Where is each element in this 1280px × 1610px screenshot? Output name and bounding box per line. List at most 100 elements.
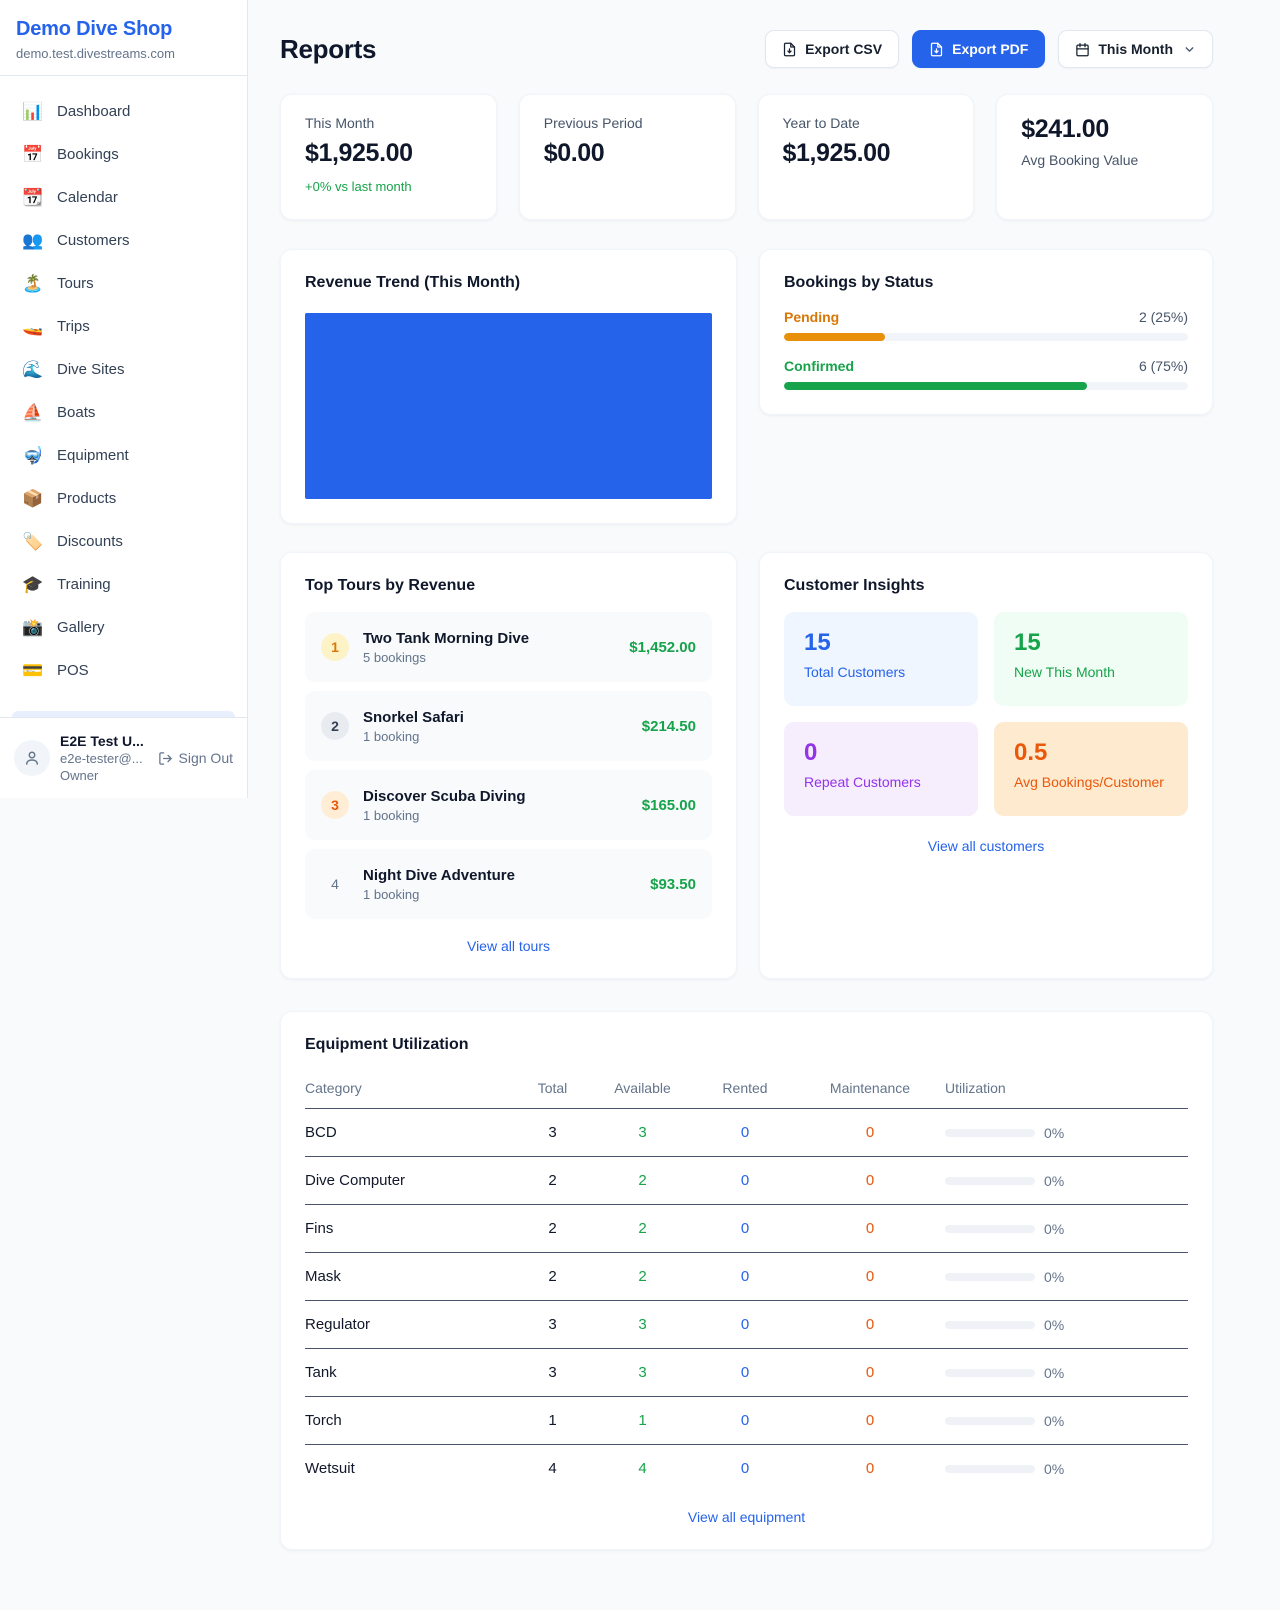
sidebar-item-pos[interactable]: 💳 POS (12, 649, 235, 692)
view-all-customers-link[interactable]: View all customers (784, 838, 1188, 854)
tour-bookings: 1 booking (363, 887, 515, 902)
sidebar-item-calendar[interactable]: 📆 Calendar (12, 176, 235, 219)
shop-name: Demo Dive Shop (16, 18, 231, 41)
discounts-icon: 🏷️ (22, 533, 44, 550)
equipment-utilization-title: Equipment Utilization (305, 1036, 1188, 1054)
stat-value: $0.00 (544, 139, 711, 168)
shop-logo-block: Demo Dive Shop demo.test.divestreams.com (0, 0, 247, 76)
sidebar-item-training[interactable]: 🎓 Training (12, 563, 235, 606)
stat-card-year-to-date: Year to Date $1,925.00 (758, 94, 975, 220)
view-all-tours-link[interactable]: View all tours (305, 938, 712, 954)
column-header: Maintenance (795, 1070, 945, 1109)
chevron-down-icon (1183, 43, 1196, 56)
table-row: Torch 1 1 0 0 0% (305, 1397, 1188, 1445)
list-item: 1 Two Tank Morning Dive 5 bookings $1,45… (305, 612, 712, 682)
tours-icon: 🏝️ (22, 275, 44, 292)
stat-label: Avg Booking Value (1021, 152, 1188, 168)
revenue-trend-chart (305, 313, 712, 499)
sidebar-item-label: POS (57, 662, 89, 679)
table-header-row: Category Total Available Rented Maintena… (305, 1070, 1188, 1109)
sign-out-button[interactable]: Sign Out (158, 750, 233, 766)
progress-fill-confirmed (784, 382, 1087, 390)
customer-insights-title: Customer Insights (784, 577, 1188, 595)
stat-value: $241.00 (1021, 115, 1188, 144)
equipment-utilization-card: Equipment Utilization Category Total Ava… (280, 1011, 1213, 1550)
table-row: BCD 3 3 0 0 0% (305, 1109, 1188, 1157)
equipment-icon: 🤿 (22, 447, 44, 464)
status-count: 2 (25%) (1139, 309, 1188, 325)
stat-card-previous-period: Previous Period $0.00 (519, 94, 736, 220)
logout-icon (158, 751, 173, 766)
tour-bookings: 1 booking (363, 729, 464, 744)
dive-sites-icon: 🌊 (22, 361, 44, 378)
utilization-bar (945, 1417, 1035, 1425)
sidebar-item-boats[interactable]: ⛵ Boats (12, 391, 235, 434)
sidebar-item-equipment[interactable]: 🤿 Equipment (12, 434, 235, 477)
page-title: Reports (280, 34, 376, 65)
view-all-equipment-link[interactable]: View all equipment (305, 1509, 1188, 1525)
sidebar-item-dive-sites[interactable]: 🌊 Dive Sites (12, 348, 235, 391)
status-label: Pending (784, 309, 839, 325)
revenue-trend-title: Revenue Trend (This Month) (305, 274, 712, 292)
boats-icon: ⛵ (22, 404, 44, 421)
utilization-bar (945, 1465, 1035, 1473)
header-actions: Export CSV Export PDF This Month (765, 30, 1213, 68)
sidebar-item-label: Products (57, 490, 116, 507)
sidebar-item-discounts[interactable]: 🏷️ Discounts (12, 520, 235, 563)
trips-icon: 🚤 (22, 318, 44, 335)
sidebar-item-gallery[interactable]: 📸 Gallery (12, 606, 235, 649)
tile-label: Repeat Customers (804, 774, 958, 790)
tile-label: Total Customers (804, 664, 958, 680)
table-row: Mask 2 2 0 0 0% (305, 1253, 1188, 1301)
stat-card-this-month: This Month $1,925.00 +0% vs last month (280, 94, 497, 220)
sidebar-item-bookings[interactable]: 📅 Bookings (12, 133, 235, 176)
sidebar-item-customers[interactable]: 👥 Customers (12, 219, 235, 262)
column-header: Category (305, 1070, 515, 1109)
calendar-icon: 📆 (22, 189, 44, 206)
sidebar-item-dashboard[interactable]: 📊 Dashboard (12, 90, 235, 133)
progress-track (784, 382, 1188, 390)
list-item: 4 Night Dive Adventure 1 booking $93.50 (305, 849, 712, 919)
export-csv-button[interactable]: Export CSV (765, 30, 899, 68)
charts-row: Revenue Trend (This Month) Bookings by S… (280, 249, 1213, 524)
period-dropdown[interactable]: This Month (1058, 30, 1213, 68)
tile-total-customers: 15 Total Customers (784, 612, 978, 706)
stat-label: Previous Period (544, 115, 711, 131)
training-icon: 🎓 (22, 576, 44, 593)
sidebar-user-footer: E2E Test U... e2e-tester@... Owner Sign … (0, 717, 247, 798)
progress-track (784, 333, 1188, 341)
utilization-bar (945, 1369, 1035, 1377)
sidebar-nav: 📊 Dashboard 📅 Bookings 📆 Calendar 👥 Cust… (0, 76, 247, 692)
rank-badge: 2 (321, 712, 349, 740)
reports-page: Demo Dive Shop demo.test.divestreams.com… (0, 0, 1280, 1610)
revenue-trend-card: Revenue Trend (This Month) (280, 249, 737, 524)
file-download-icon (782, 42, 797, 57)
sidebar-item-label: Discounts (57, 533, 123, 550)
gallery-icon: 📸 (22, 619, 44, 636)
utilization-bar (945, 1129, 1035, 1137)
tour-name: Snorkel Safari (363, 709, 464, 726)
stat-label: Year to Date (783, 115, 950, 131)
tile-value: 0.5 (1014, 739, 1168, 767)
table-row: Wetsuit 4 4 0 0 0% (305, 1445, 1188, 1493)
sidebar-item-label: Gallery (57, 619, 105, 636)
sidebar-item-trips[interactable]: 🚤 Trips (12, 305, 235, 348)
tour-bookings: 1 booking (363, 808, 526, 823)
tour-list: 1 Two Tank Morning Dive 5 bookings $1,45… (305, 612, 712, 919)
customer-insights-card: Customer Insights 15 Total Customers 15 … (759, 552, 1213, 979)
stat-delta: +0% vs last month (305, 179, 472, 194)
user-email: e2e-tester@... (60, 751, 144, 766)
tile-label: Avg Bookings/Customer (1014, 774, 1168, 790)
list-item: 3 Discover Scuba Diving 1 booking $165.0… (305, 770, 712, 840)
utilization-bar (945, 1225, 1035, 1233)
sidebar-item-label: Calendar (57, 189, 118, 206)
status-row-pending: Pending 2 (25%) (784, 309, 1188, 341)
sidebar-item-tours[interactable]: 🏝️ Tours (12, 262, 235, 305)
sidebar-item-label: Dashboard (57, 103, 130, 120)
tour-revenue: $93.50 (650, 876, 696, 893)
table-row: Regulator 3 3 0 0 0% (305, 1301, 1188, 1349)
person-icon (23, 749, 41, 767)
sidebar-item-products[interactable]: 📦 Products (12, 477, 235, 520)
export-pdf-button[interactable]: Export PDF (912, 30, 1045, 68)
tile-avg-bookings-customer: 0.5 Avg Bookings/Customer (994, 722, 1188, 816)
